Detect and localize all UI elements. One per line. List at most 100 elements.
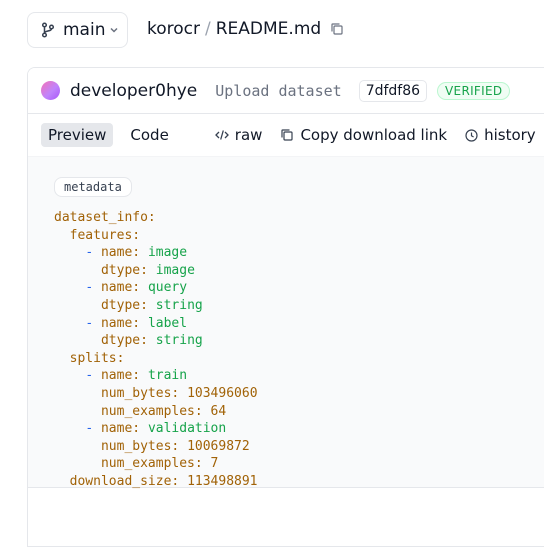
breadcrumb: korocr / README.md bbox=[147, 19, 344, 39]
yaml-colon: : bbox=[140, 262, 148, 278]
yaml-list-dash: - bbox=[85, 280, 101, 296]
yaml-list-dash: - bbox=[85, 315, 101, 331]
verified-badge: VERIFIED bbox=[437, 81, 511, 100]
yaml-indent bbox=[54, 421, 85, 436]
yaml-value: query bbox=[147, 280, 188, 296]
commit-author[interactable]: developer0hye bbox=[70, 81, 197, 101]
yaml-indent bbox=[54, 368, 85, 383]
yaml-indent bbox=[54, 404, 101, 419]
yaml-line: - name: validation bbox=[54, 420, 258, 438]
commit-message[interactable]: Upload dataset bbox=[215, 82, 341, 100]
metadata-badge: metadata bbox=[54, 177, 132, 197]
yaml-value: image bbox=[155, 262, 195, 278]
yaml-key: dtype bbox=[100, 262, 141, 278]
copy-download-label: Copy download link bbox=[300, 126, 448, 144]
yaml-line: dtype: string bbox=[54, 297, 258, 315]
yaml-colon: : bbox=[194, 403, 203, 419]
yaml-value: 103496060 bbox=[187, 385, 258, 401]
yaml-colon: : bbox=[132, 280, 141, 296]
yaml-key: num_examples bbox=[100, 403, 195, 419]
raw-label: raw bbox=[234, 126, 263, 144]
commit-sha[interactable]: 7dfdf86 bbox=[358, 79, 428, 102]
yaml-line: num_bytes: 103496060 bbox=[54, 385, 258, 403]
yaml-colon: : bbox=[140, 297, 148, 313]
yaml-indent bbox=[54, 351, 70, 366]
yaml-indent bbox=[54, 456, 101, 471]
file-toolbar: Preview Code raw Copy download link hist… bbox=[28, 114, 544, 157]
yaml-colon: : bbox=[132, 227, 141, 243]
yaml-colon: : bbox=[132, 368, 141, 384]
yaml-line: - name: label bbox=[54, 315, 258, 333]
copy-download-link-button[interactable]: Copy download link bbox=[280, 126, 447, 144]
git-branch-icon bbox=[41, 22, 55, 38]
history-label: history bbox=[484, 126, 536, 144]
yaml-indent bbox=[54, 228, 70, 243]
yaml-value: image bbox=[147, 245, 188, 261]
yaml-value: validation bbox=[147, 421, 227, 437]
yaml-value: string bbox=[155, 333, 203, 349]
yaml-value: string bbox=[155, 297, 203, 313]
yaml-key: dtype bbox=[100, 333, 141, 349]
yaml-colon: : bbox=[116, 350, 125, 366]
yaml-key: splits bbox=[69, 350, 117, 366]
yaml-line: num_examples: 64 bbox=[54, 403, 258, 421]
yaml-key: dataset_info bbox=[54, 210, 148, 225]
yaml-indent bbox=[54, 263, 101, 278]
yaml-indent bbox=[54, 245, 85, 260]
yaml-value: label bbox=[147, 315, 188, 331]
tab-preview[interactable]: Preview bbox=[41, 123, 114, 147]
yaml-indent bbox=[54, 298, 101, 313]
yaml-line: dataset_info: bbox=[54, 209, 258, 227]
yaml-value: 7 bbox=[210, 456, 219, 472]
yaml-colon: : bbox=[132, 315, 141, 331]
chevron-down-icon bbox=[109, 25, 119, 35]
yaml-list-dash: - bbox=[85, 245, 101, 261]
yaml-key: dtype bbox=[100, 297, 141, 313]
yaml-indent bbox=[54, 333, 101, 348]
clock-icon bbox=[465, 128, 478, 142]
yaml-colon: : bbox=[194, 456, 203, 472]
yaml-key: num_bytes bbox=[100, 385, 172, 401]
yaml-list-dash: - bbox=[85, 368, 101, 384]
yaml-line: features: bbox=[54, 227, 258, 245]
yaml-line: dtype: string bbox=[54, 332, 258, 350]
code-icon bbox=[214, 129, 229, 141]
yaml-indent bbox=[54, 316, 85, 331]
yaml-colon: : bbox=[132, 245, 141, 261]
breadcrumb-separator: / bbox=[205, 19, 211, 39]
branch-selector-button[interactable]: main bbox=[27, 12, 128, 48]
repo-link[interactable]: korocr bbox=[147, 19, 200, 39]
yaml-key: name bbox=[100, 315, 133, 331]
yaml-list-dash: - bbox=[85, 421, 101, 437]
file-content: metadata dataset_info: features: - name:… bbox=[28, 157, 544, 491]
yaml-indent bbox=[54, 280, 85, 295]
yaml-value: train bbox=[147, 368, 188, 384]
yaml-key: num_bytes bbox=[100, 438, 172, 454]
yaml-colon: : bbox=[140, 333, 148, 349]
yaml-line: num_bytes: 10069872 bbox=[54, 438, 258, 456]
yaml-line: - name: train bbox=[54, 367, 258, 385]
yaml-line: dtype: image bbox=[54, 262, 258, 280]
yaml-indent bbox=[54, 386, 101, 401]
history-link[interactable]: history bbox=[465, 126, 536, 144]
avatar[interactable] bbox=[41, 81, 60, 100]
yaml-key: name bbox=[100, 245, 133, 261]
file-name: README.md bbox=[215, 19, 322, 39]
yaml-value: 64 bbox=[210, 403, 227, 419]
file-panel: developer0hye Upload dataset 7dfdf86 VER… bbox=[27, 67, 544, 547]
yaml-line: splits: bbox=[54, 350, 258, 368]
yaml-colon: : bbox=[147, 210, 156, 225]
yaml-key: download_size bbox=[69, 473, 172, 489]
yaml-line: download_size: 113498891 bbox=[54, 473, 258, 491]
yaml-block: dataset_info: features: - name: image dt… bbox=[54, 209, 258, 491]
copy-icon[interactable] bbox=[330, 22, 344, 36]
tab-code[interactable]: Code bbox=[123, 123, 175, 147]
yaml-colon: : bbox=[132, 421, 141, 437]
commit-bar: developer0hye Upload dataset 7dfdf86 VER… bbox=[28, 68, 544, 114]
yaml-indent bbox=[54, 474, 70, 489]
branch-label: main bbox=[63, 20, 106, 40]
raw-link[interactable]: raw bbox=[214, 126, 263, 144]
yaml-key: num_examples bbox=[100, 456, 195, 472]
yaml-key: features bbox=[69, 227, 133, 243]
yaml-key: name bbox=[100, 280, 133, 296]
